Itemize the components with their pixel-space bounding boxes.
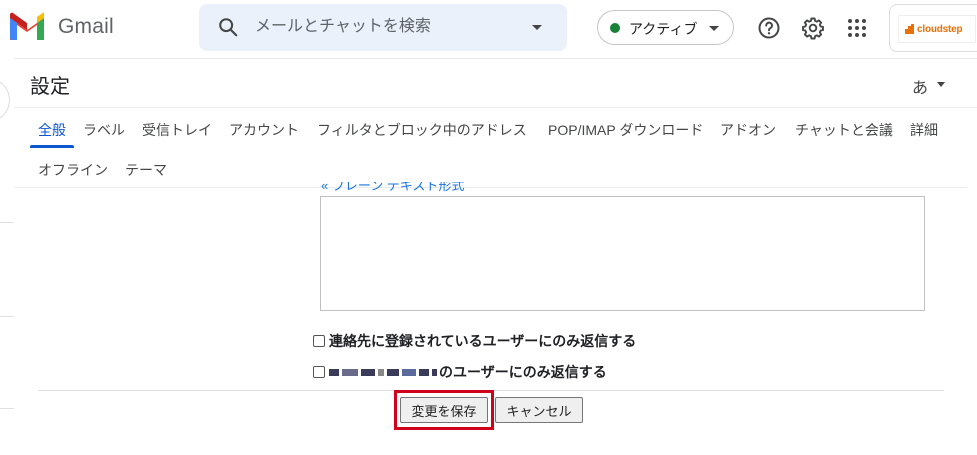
tab-general[interactable]: 全般 [38,120,66,140]
left-rail-divider [0,222,14,223]
tab-themes[interactable]: テーマ [125,160,167,180]
tab-inbox[interactable]: 受信トレイ [142,120,212,140]
signature-textarea[interactable] [320,196,925,311]
organization-logo: cloudstep [898,15,976,43]
status-selector[interactable]: アクティブ [597,10,734,45]
tab-filters[interactable]: フィルタとブロック中のアドレス [317,120,527,140]
active-tab-indicator [30,145,74,148]
reply-contacts-only-option[interactable]: 連絡先に登録されているユーザーにのみ返信する [313,331,636,351]
tabs-divider [14,187,967,188]
status-label: アクティブ [629,21,698,37]
tab-advanced[interactable]: 詳細 [910,120,938,140]
left-rail-divider [0,408,14,409]
help-button[interactable] [749,8,789,48]
tab-chat-meet[interactable]: チャットと会議 [795,120,893,140]
input-tools-button[interactable]: あ [912,74,928,98]
top-bar: Gmail アクティブ [0,0,977,56]
cancel-button[interactable]: キャンセル [495,397,583,423]
apps-grid-icon [848,19,866,37]
apps-button[interactable] [837,8,877,48]
organization-logo-text: cloudstep [917,23,963,35]
reply-contacts-only-checkbox[interactable] [313,335,325,347]
settings-button[interactable] [793,8,833,48]
tab-pop-imap[interactable]: POP/IMAP ダウンロード [548,120,703,140]
tab-labels[interactable]: ラベル [83,120,125,140]
reply-domain-only-option[interactable]: のユーザーにのみ返信する [313,362,607,382]
search-bar[interactable] [199,4,567,51]
page-title: 設定 [30,76,70,98]
compose-button-edge[interactable] [0,78,10,122]
help-icon [758,17,780,39]
redacted-domain [329,368,437,376]
reply-domain-only-label[interactable]: のユーザーにのみ返信する [439,362,607,382]
tab-accounts[interactable]: アカウント [229,120,299,140]
search-icon[interactable] [217,16,239,38]
title-divider [14,107,977,108]
input-tools-chevron-down-icon[interactable] [937,82,945,87]
save-changes-button[interactable]: 変更を保存 [400,397,488,423]
status-dot [610,23,620,33]
account-switcher[interactable]: cloudstep [889,4,977,52]
status-chevron-down-icon [709,26,719,31]
cloudstep-mark-icon [905,24,915,34]
gmail-logo-icon[interactable] [8,12,46,42]
reply-domain-only-checkbox[interactable] [313,366,325,378]
tab-addons[interactable]: アドオン [720,120,776,140]
app-name[interactable]: Gmail [58,15,114,39]
search-input[interactable] [255,14,515,40]
gear-icon [802,17,824,40]
actions-divider [38,390,944,391]
tab-offline[interactable]: オフライン [38,160,108,180]
plain-text-link[interactable]: « プレーン テキスト形式 [321,182,464,194]
panel-top-divider [14,58,977,59]
reply-contacts-only-label[interactable]: 連絡先に登録されているユーザーにのみ返信する [329,331,636,351]
left-rail-divider [0,316,14,317]
search-options-chevron-down-icon[interactable] [532,25,542,30]
